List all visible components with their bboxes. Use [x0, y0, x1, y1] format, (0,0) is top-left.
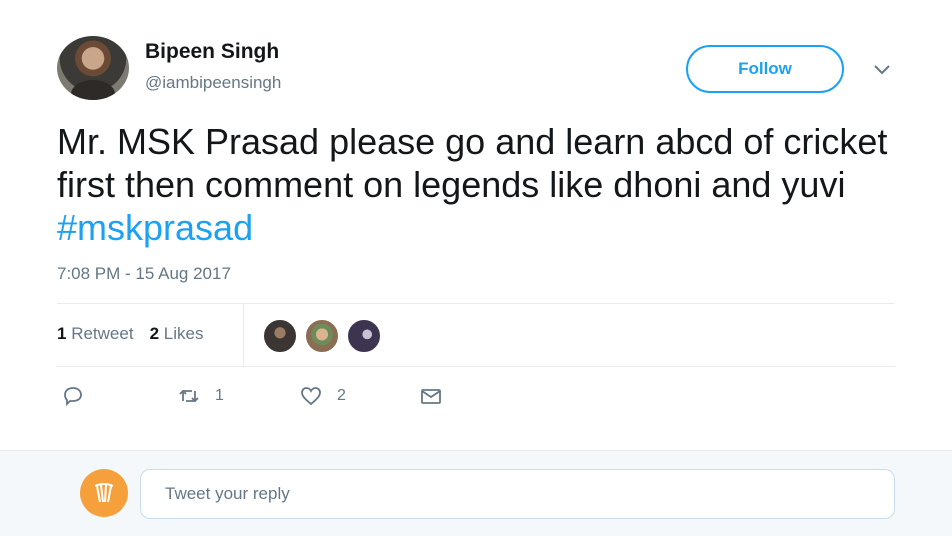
tweet-text: Mr. MSK Prasad please go and learn abcd … — [57, 120, 917, 249]
likers-avatars — [262, 318, 382, 354]
likes-stat[interactable]: 2 Likes — [150, 324, 204, 344]
liker-avatar[interactable] — [304, 318, 340, 354]
like-button[interactable]: 2 — [299, 384, 346, 408]
like-count: 2 — [337, 387, 346, 404]
liker-avatar[interactable] — [346, 318, 382, 354]
author-avatar[interactable] — [57, 36, 129, 100]
tweet-card: Bipeen Singh @iambipeensingh Follow Mr. … — [0, 0, 952, 450]
retweet-stat-label: Retweet — [71, 324, 134, 343]
reply-button[interactable] — [61, 384, 99, 408]
direct-message-button[interactable] — [419, 384, 443, 408]
divider — [57, 303, 895, 304]
reply-icon — [64, 387, 82, 407]
retweet-stat[interactable]: 1 Retweet — [57, 324, 134, 344]
chevron-down-icon[interactable] — [873, 62, 891, 76]
reply-input[interactable] — [140, 469, 895, 519]
tweet-timestamp[interactable]: 7:08 PM - 15 Aug 2017 — [57, 264, 231, 284]
cricket-icon — [94, 483, 114, 503]
reply-user-avatar — [80, 469, 128, 517]
retweet-button[interactable]: 1 — [177, 384, 224, 408]
retweet-icon — [179, 389, 199, 403]
tweet-body: Mr. MSK Prasad please go and learn abcd … — [57, 121, 888, 205]
hashtag-link[interactable]: #mskprasad — [57, 207, 253, 248]
likes-stat-count: 2 — [149, 324, 160, 343]
stats-divider — [243, 304, 244, 366]
author-handle[interactable]: @iambipeensingh — [145, 73, 281, 93]
retweet-stat-count: 1 — [57, 324, 67, 343]
heart-icon — [301, 387, 321, 406]
tweet-actions: 1 2 — [57, 384, 477, 412]
envelope-icon — [421, 389, 441, 404]
divider — [57, 366, 895, 367]
author-display-name[interactable]: Bipeen Singh — [145, 40, 279, 64]
likes-stat-label: Likes — [163, 324, 204, 343]
retweet-count: 1 — [215, 387, 224, 404]
tweet-stats: 1 Retweet 2 Likes — [57, 324, 203, 344]
follow-button[interactable]: Follow — [686, 45, 844, 93]
liker-avatar[interactable] — [262, 318, 298, 354]
